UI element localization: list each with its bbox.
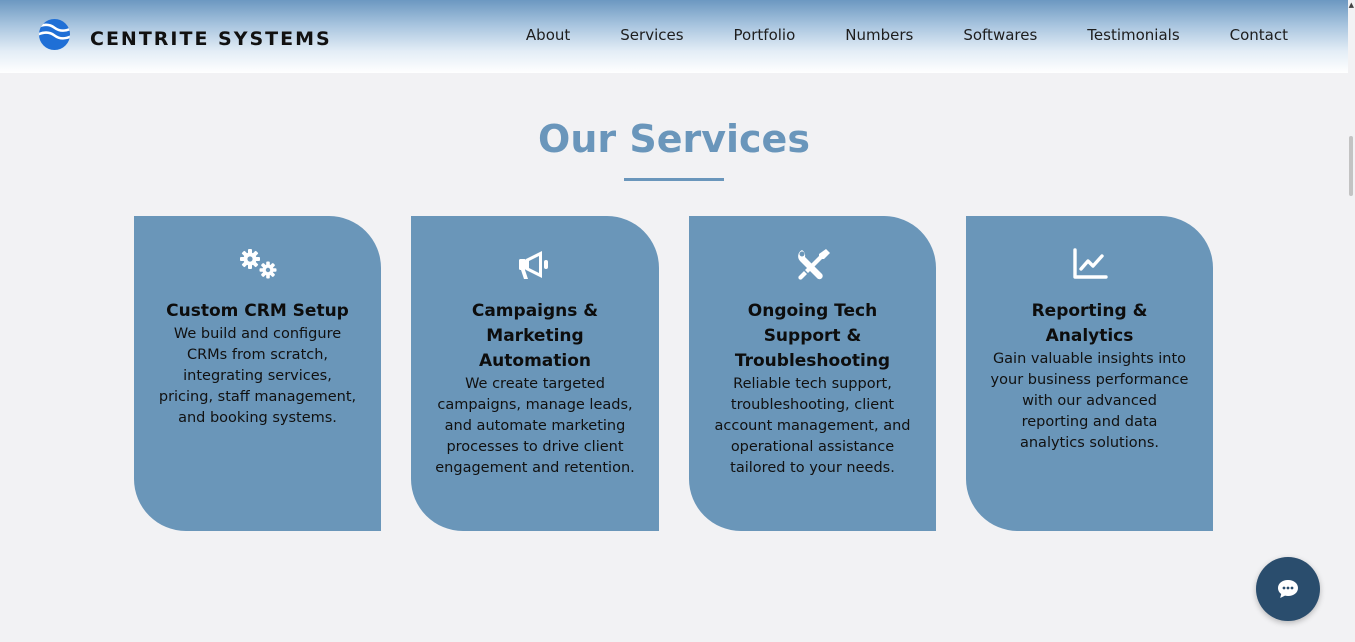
card-description: We build and configure CRMs from scratch… [158, 326, 357, 426]
scroll-up-arrow-icon[interactable]: ▲ [1349, 2, 1354, 9]
card-description: We create targeted campaigns, manage lea… [435, 376, 635, 476]
nav-item-about[interactable]: About [526, 26, 570, 44]
page-scrollbar[interactable]: ▲ [1348, 0, 1355, 642]
title-underline [624, 178, 724, 181]
service-card-campaigns: Campaigns & Marketing Automation We crea… [411, 216, 659, 531]
card-title: Reporting & Analytics [1031, 301, 1148, 346]
line-chart-icon [1072, 248, 1108, 279]
card-description: Gain valuable insights into your busines… [990, 351, 1189, 451]
service-card-crm: Custom CRM Setup We build and configure … [134, 216, 381, 531]
main-nav: About Services Portfolio Numbers Softwar… [526, 26, 1288, 44]
wave-globe-icon [38, 18, 71, 50]
service-card-reporting: Reporting & Analytics Gain valuable insi… [966, 216, 1213, 531]
service-card-support: Ongoing Tech Support & Troubleshooting R… [689, 216, 936, 531]
brand-name: CENTRITE SYSTEMS [90, 28, 332, 50]
nav-item-services[interactable]: Services [620, 26, 683, 44]
tools-icon [797, 249, 830, 280]
brand-logo-link[interactable]: CENTRITE SYSTEMS [38, 16, 332, 52]
nav-item-contact[interactable]: Contact [1230, 26, 1288, 44]
card-title: Campaigns & Marketing Automation [471, 301, 599, 371]
nav-item-numbers[interactable]: Numbers [845, 26, 913, 44]
card-title: Ongoing Tech Support & Troubleshooting [734, 301, 891, 371]
chat-button[interactable] [1256, 557, 1320, 621]
site-header: CENTRITE SYSTEMS About Services Portfoli… [0, 0, 1348, 73]
card-description: Reliable tech support, troubleshooting, … [714, 376, 911, 476]
gears-icon [239, 249, 276, 279]
card-title: Custom CRM Setup [166, 301, 349, 321]
nav-item-softwares[interactable]: Softwares [963, 26, 1037, 44]
nav-item-portfolio[interactable]: Portfolio [734, 26, 796, 44]
chat-bubble-icon [1278, 580, 1298, 598]
megaphone-icon [519, 251, 548, 279]
nav-item-testimonials[interactable]: Testimonials [1087, 26, 1179, 44]
section-title: Our Services [538, 117, 810, 161]
scrollbar-thumb[interactable] [1349, 136, 1353, 196]
